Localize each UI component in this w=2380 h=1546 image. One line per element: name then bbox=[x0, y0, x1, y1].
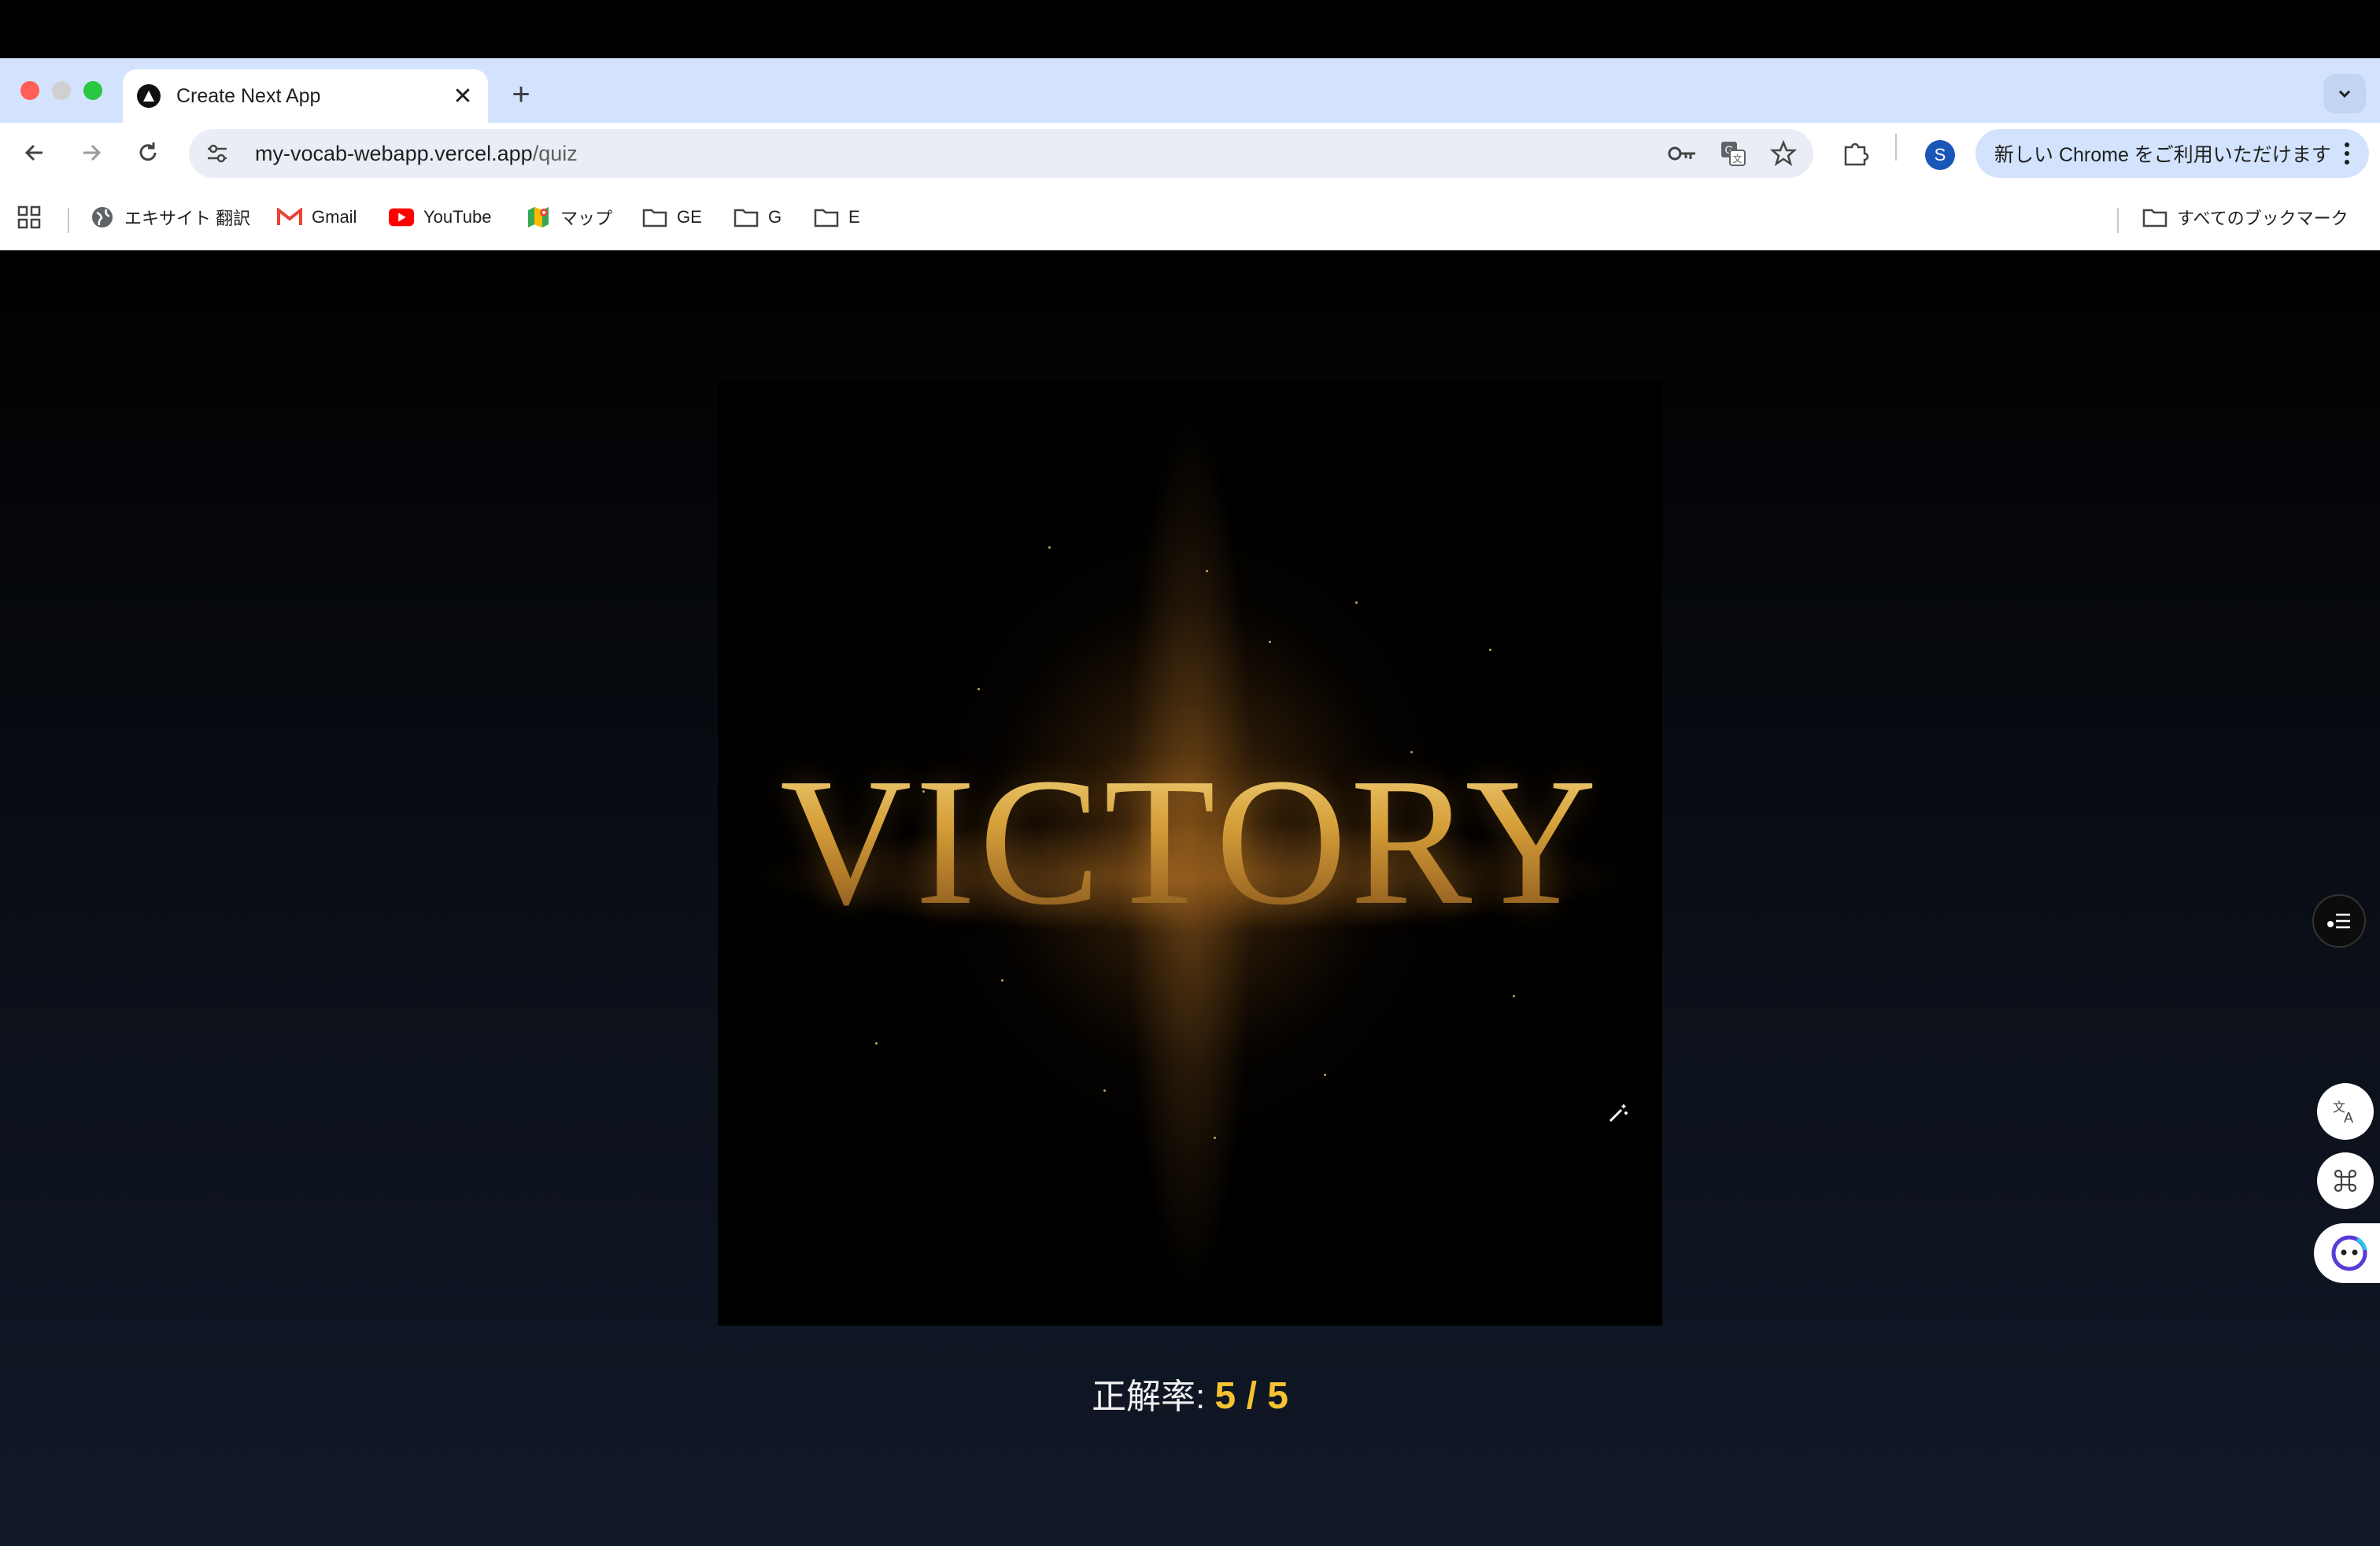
list-icon bbox=[2327, 913, 2350, 929]
all-bookmarks-button[interactable]: すべてのブックマーク bbox=[2142, 200, 2349, 235]
bookmark-star-icon[interactable] bbox=[1763, 133, 1804, 174]
arrow-left-icon bbox=[24, 144, 42, 161]
url-text[interactable]: my-vocab-webapp.vercel.app/quiz bbox=[255, 142, 1662, 166]
assistant-face-icon bbox=[2331, 1235, 2367, 1271]
bookmark-folder-ge[interactable]: GE bbox=[642, 200, 702, 235]
score-label: 正解率: bbox=[1092, 1378, 1206, 1416]
bookmark-label: GE bbox=[677, 207, 702, 227]
bookmark-folder-e[interactable]: E bbox=[814, 200, 860, 235]
reading-list-button[interactable] bbox=[2312, 894, 2366, 948]
all-bookmarks-label: すべてのブックマーク bbox=[2177, 209, 2349, 228]
folder-icon bbox=[814, 205, 839, 230]
bookmarks-bar: エキサイト 翻訳 Gmail YouTube マップ GE G E すべてのブッ… bbox=[0, 184, 2380, 250]
bookmark-maps[interactable]: マップ bbox=[526, 200, 612, 235]
bookmark-folder-g[interactable]: G bbox=[734, 200, 782, 235]
tab-strip: Create Next App ✕ + bbox=[0, 58, 2380, 123]
score-line: 正解率: 5 / 5 bbox=[0, 1368, 2380, 1418]
arrow-right-icon bbox=[83, 144, 102, 161]
bookmark-label: YouTube bbox=[423, 207, 492, 227]
ai-assistant-button[interactable] bbox=[2314, 1223, 2380, 1283]
bookmark-label: Gmail bbox=[312, 207, 357, 227]
folder-icon bbox=[642, 205, 667, 230]
screen-top-bar bbox=[0, 0, 2380, 58]
spark bbox=[1048, 546, 1051, 549]
tab-title: Create Next App bbox=[176, 84, 321, 107]
spark bbox=[1489, 649, 1491, 651]
new-chrome-available-button[interactable]: 新しい Chrome をご利用いただけます bbox=[1975, 129, 2369, 178]
svg-text:文: 文 bbox=[1732, 153, 1742, 165]
globe-icon bbox=[90, 205, 115, 230]
url-host: my-vocab-webapp.vercel.app bbox=[255, 141, 533, 165]
bookmark-label: マップ bbox=[560, 209, 613, 228]
bookmark-label: E bbox=[848, 207, 860, 227]
svg-text:A: A bbox=[2344, 1110, 2353, 1126]
url-path: /quiz bbox=[532, 141, 578, 165]
kebab-menu-icon[interactable] bbox=[2331, 142, 2363, 165]
gmail-icon bbox=[277, 205, 302, 230]
spark bbox=[1269, 641, 1271, 643]
password-key-icon[interactable] bbox=[1662, 133, 1703, 174]
translate-float-button[interactable]: 文A bbox=[2317, 1083, 2374, 1140]
forward-button[interactable] bbox=[69, 131, 113, 175]
extensions-icon[interactable] bbox=[1835, 134, 1875, 173]
command-float-button[interactable] bbox=[2317, 1152, 2374, 1209]
new-tab-button[interactable]: + bbox=[504, 77, 538, 112]
reload-icon bbox=[139, 142, 157, 161]
score-value: 5 / 5 bbox=[1214, 1375, 1288, 1417]
chevron-down-icon bbox=[2338, 90, 2351, 98]
close-tab-icon[interactable]: ✕ bbox=[450, 83, 475, 109]
maps-icon bbox=[526, 205, 551, 230]
browser-chrome: Create Next App ✕ + my-vocab-webapp.verc… bbox=[0, 58, 2380, 250]
magic-wand-icon[interactable] bbox=[1602, 1097, 1634, 1129]
promo-text: 新しい Chrome をご利用いただけます bbox=[1994, 144, 2331, 166]
toolbar-separator bbox=[1895, 134, 1897, 161]
spark bbox=[1324, 1074, 1326, 1076]
spark bbox=[1513, 995, 1515, 997]
bookmarks-separator bbox=[2117, 208, 2119, 233]
victory-image: VICTORY bbox=[718, 381, 1662, 1326]
folder-icon bbox=[734, 205, 759, 230]
spark bbox=[1355, 601, 1358, 604]
bookmark-label: エキサイト 翻訳 bbox=[124, 209, 251, 228]
spark bbox=[978, 688, 980, 690]
tab-active[interactable]: Create Next App ✕ bbox=[123, 69, 488, 123]
browser-toolbar: my-vocab-webapp.vercel.app/quiz G文 S 新しい… bbox=[0, 123, 2380, 184]
window-close-button[interactable] bbox=[20, 81, 39, 100]
page-content: VICTORY 正解率: 5 / 5 文A bbox=[0, 250, 2380, 1546]
bookmark-excite[interactable]: エキサイト 翻訳 bbox=[90, 200, 250, 235]
spark bbox=[1001, 979, 1003, 982]
nextjs-triangle-icon bbox=[137, 84, 161, 108]
spark bbox=[1214, 1137, 1216, 1139]
address-bar[interactable]: my-vocab-webapp.vercel.app/quiz G文 bbox=[189, 129, 1813, 178]
window-minimize-button[interactable] bbox=[52, 81, 71, 100]
bookmarks-separator bbox=[68, 208, 69, 233]
spark bbox=[1103, 1089, 1106, 1092]
profile-avatar[interactable]: S bbox=[1925, 140, 1955, 170]
reload-button[interactable] bbox=[126, 131, 170, 175]
bookmark-label: G bbox=[768, 207, 782, 227]
translate-icon[interactable]: G文 bbox=[1713, 133, 1754, 174]
tab-search-button[interactable] bbox=[2323, 74, 2366, 113]
spark bbox=[1206, 570, 1208, 572]
youtube-icon bbox=[389, 205, 414, 230]
site-settings-icon[interactable] bbox=[203, 139, 231, 168]
bookmark-gmail[interactable]: Gmail bbox=[277, 200, 357, 235]
apps-grid-icon[interactable] bbox=[17, 200, 41, 235]
command-key-icon bbox=[2334, 1169, 2357, 1193]
bookmark-youtube[interactable]: YouTube bbox=[389, 200, 491, 235]
spark bbox=[875, 1042, 878, 1045]
folder-icon bbox=[2142, 205, 2168, 230]
translate-icon: 文A bbox=[2333, 1100, 2353, 1126]
victory-text: VICTORY bbox=[718, 751, 1662, 934]
back-button[interactable] bbox=[13, 131, 57, 175]
window-zoom-button[interactable] bbox=[83, 81, 102, 100]
